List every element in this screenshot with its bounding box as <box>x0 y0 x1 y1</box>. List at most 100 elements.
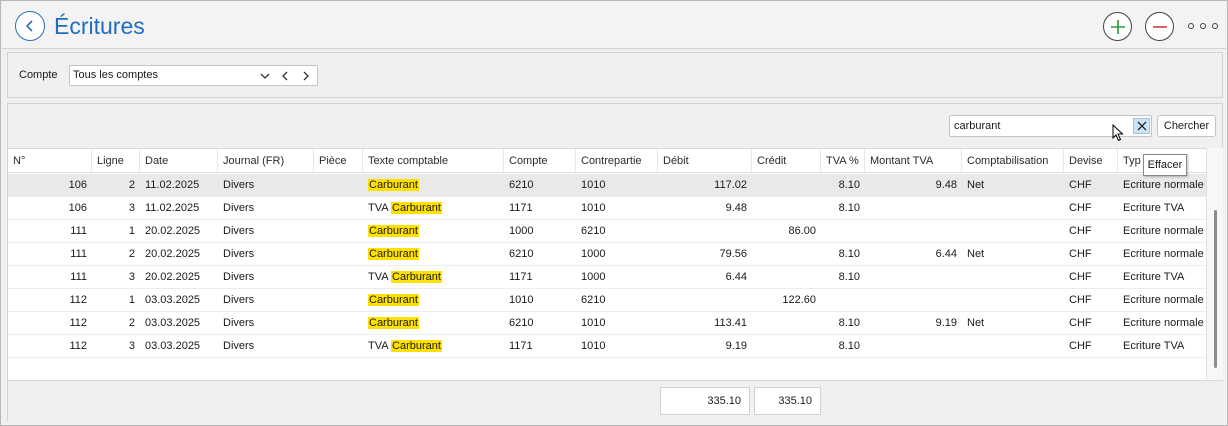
col-header-currency[interactable]: Devise <box>1064 149 1118 173</box>
cell-vat-rate: 8.10 <box>838 179 860 191</box>
table-row[interactable]: 111 3 20.02.2025 Divers TVA Carburant 1171 100… <box>8 266 1206 289</box>
col-header-vat-amount[interactable]: Montant TVA <box>865 149 962 173</box>
plus-icon <box>1110 19 1125 34</box>
close-icon <box>1137 121 1146 131</box>
account-label: Compte <box>19 69 58 81</box>
cell-journal: Divers <box>223 271 255 283</box>
table-row[interactable]: 111 1 20.02.2025 Divers Carburant 1000 6210 86.… <box>8 220 1206 243</box>
cell-piece <box>314 335 363 357</box>
cell-vat-amount: 6.44 <box>935 248 957 260</box>
cell-date: 11.02.2025 <box>145 202 200 214</box>
clear-search-button[interactable] <box>1133 118 1150 134</box>
search-match-highlight: Carburant <box>391 340 442 352</box>
col-header-posting[interactable]: Comptabilisation <box>962 149 1064 173</box>
cell-credit <box>752 197 821 219</box>
cell-vat-amount: 9.48 <box>935 179 957 191</box>
account-select-value: Tous les comptes <box>73 69 158 81</box>
more-options-button[interactable] <box>1188 19 1218 33</box>
back-button[interactable] <box>15 11 45 41</box>
cell-account: 1171 <box>509 340 533 352</box>
account-select[interactable]: Tous les comptes <box>69 65 318 86</box>
col-header-counterpart[interactable]: Contrepartie <box>576 149 658 173</box>
cell-vat-amount <box>865 266 962 288</box>
cell-posting <box>962 197 1064 219</box>
cell-journal: Divers <box>223 202 255 214</box>
cell-account: 1010 <box>509 294 534 306</box>
search-button[interactable]: Chercher <box>1157 115 1216 137</box>
col-header-journal[interactable]: Journal (FR) <box>218 149 314 173</box>
cell-vat-rate: 8.10 <box>838 317 860 329</box>
col-header-line[interactable]: Ligne <box>92 149 140 173</box>
cell-date: 11.02.2025 <box>145 179 200 191</box>
cell-currency: CHF <box>1069 317 1092 329</box>
cell-type: Ecriture TVA <box>1123 340 1185 352</box>
table-row[interactable]: 112 1 03.03.2025 Divers Carburant 1010 6210 122… <box>8 289 1206 312</box>
mouse-cursor-icon <box>1112 124 1124 142</box>
col-header-text[interactable]: Texte comptable <box>363 149 504 173</box>
cell-counterpart: 1010 <box>581 202 606 214</box>
cell-type: Ecriture normale <box>1123 179 1204 191</box>
col-header-piece[interactable]: Pièce <box>314 149 363 173</box>
table-row[interactable]: 112 2 03.03.2025 Divers Carburant 6210 1010 113… <box>8 312 1206 335</box>
col-header-credit[interactable]: Crédit <box>752 149 821 173</box>
cell-currency: CHF <box>1069 271 1092 283</box>
cell-text: TVA Carburant <box>363 335 504 357</box>
window: Écritures Compte Tous les comptes carbur… <box>0 0 1228 426</box>
cell-credit <box>752 174 821 196</box>
cell-text: Carburant <box>363 220 504 242</box>
cell-date: 03.03.2025 <box>145 317 201 329</box>
cell-text: Carburant <box>363 312 504 334</box>
cell-debit: 9.19 <box>725 340 747 352</box>
cell-currency: CHF <box>1069 202 1092 214</box>
cell-counterpart: 6210 <box>581 225 606 237</box>
cell-currency: CHF <box>1069 340 1092 352</box>
previous-account-button[interactable] <box>278 68 292 84</box>
cell-currency: CHF <box>1069 294 1092 306</box>
vertical-scrollbar[interactable] <box>1206 148 1223 380</box>
totals-bar: 335.10 335.10 <box>8 380 1223 421</box>
cell-vat-amount <box>865 197 962 219</box>
filter-panel: Compte Tous les comptes <box>7 52 1223 98</box>
cell-journal: Divers <box>223 179 255 191</box>
col-header-date[interactable]: Date <box>140 149 218 173</box>
remove-button[interactable] <box>1145 12 1174 41</box>
col-header-account[interactable]: Compte <box>504 149 576 173</box>
cell-vat-rate <box>821 289 865 311</box>
table-row[interactable]: 111 2 20.02.2025 Divers Carburant 6210 1000 79.… <box>8 243 1206 266</box>
cell-piece <box>314 220 363 242</box>
chevron-down-icon[interactable] <box>258 68 272 84</box>
cell-date: 20.02.2025 <box>145 271 201 283</box>
table-row[interactable]: 112 3 03.03.2025 Divers TVA Carburant 1171 101… <box>8 335 1206 358</box>
cell-account: 6210 <box>509 179 534 191</box>
search-match-highlight: Carburant <box>368 179 419 191</box>
cell-debit: 6.44 <box>725 271 747 283</box>
cell-no: 111 <box>70 271 87 283</box>
cell-piece <box>314 197 363 219</box>
cell-debit <box>658 220 752 242</box>
page-header: Écritures <box>2 2 1226 49</box>
scrollbar-thumb[interactable] <box>1214 210 1217 368</box>
cell-vat-rate: 8.10 <box>838 340 860 352</box>
col-header-no[interactable]: N° <box>8 149 92 173</box>
cell-credit: 86.00 <box>788 225 816 237</box>
col-header-vat-rate[interactable]: TVA % <box>821 149 865 173</box>
cell-currency: CHF <box>1069 179 1092 191</box>
table-row[interactable]: 106 2 11.02.2025 Divers Carburant 6210 1010 117… <box>8 174 1206 197</box>
cell-currency: CHF <box>1069 225 1092 237</box>
col-header-debit[interactable]: Débit <box>658 149 752 173</box>
page-title: Écritures <box>54 13 145 39</box>
cell-vat-rate: 8.10 <box>838 202 860 214</box>
cell-account: 6210 <box>509 317 534 329</box>
cell-line: 2 <box>128 317 135 329</box>
cell-counterpart: 1010 <box>581 179 606 191</box>
add-button[interactable] <box>1103 12 1132 41</box>
next-account-button[interactable] <box>299 68 313 84</box>
cell-posting <box>962 220 1064 242</box>
cell-no: 106 <box>68 202 87 214</box>
cell-credit <box>752 243 821 265</box>
cell-date: 20.02.2025 <box>145 225 201 237</box>
cell-line: 1 <box>128 294 135 306</box>
table-row[interactable]: 106 3 11.02.2025 Divers TVA Carburant 1171 101… <box>8 197 1206 220</box>
cell-text: TVA Carburant <box>363 266 504 288</box>
cell-debit <box>658 289 752 311</box>
